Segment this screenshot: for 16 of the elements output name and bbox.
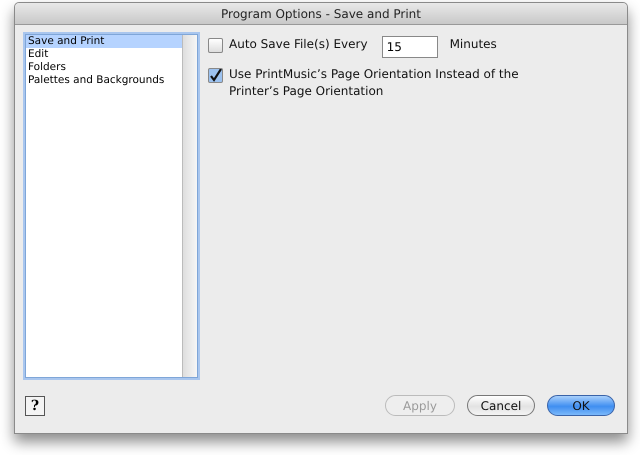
- minutes-label: Minutes: [450, 36, 497, 54]
- auto-save-label: Auto Save File(s) Every: [229, 36, 368, 54]
- orientation-checkbox[interactable]: [208, 68, 223, 84]
- list-item[interactable]: Edit: [26, 48, 182, 62]
- auto-save-checkbox[interactable]: [208, 38, 223, 54]
- orientation-label: Use PrintMusic’s Page Orientation Instead of the Printer’s Page Orientation: [229, 66, 520, 100]
- cancel-button[interactable]: Cancel: [467, 395, 535, 416]
- list-item[interactable]: Folders: [26, 61, 182, 74]
- help-button[interactable]: ?: [25, 396, 45, 416]
- ok-button[interactable]: OK: [547, 395, 615, 416]
- scrollbar[interactable]: [182, 35, 197, 378]
- minutes-field[interactable]: 15: [382, 36, 438, 58]
- checkmark-icon: [209, 69, 222, 82]
- list-item[interactable]: Palettes and Backgrounds: [26, 74, 182, 88]
- list-item[interactable]: Save and Print: [26, 35, 182, 48]
- window-title: Program Options - Save and Print: [15, 3, 627, 26]
